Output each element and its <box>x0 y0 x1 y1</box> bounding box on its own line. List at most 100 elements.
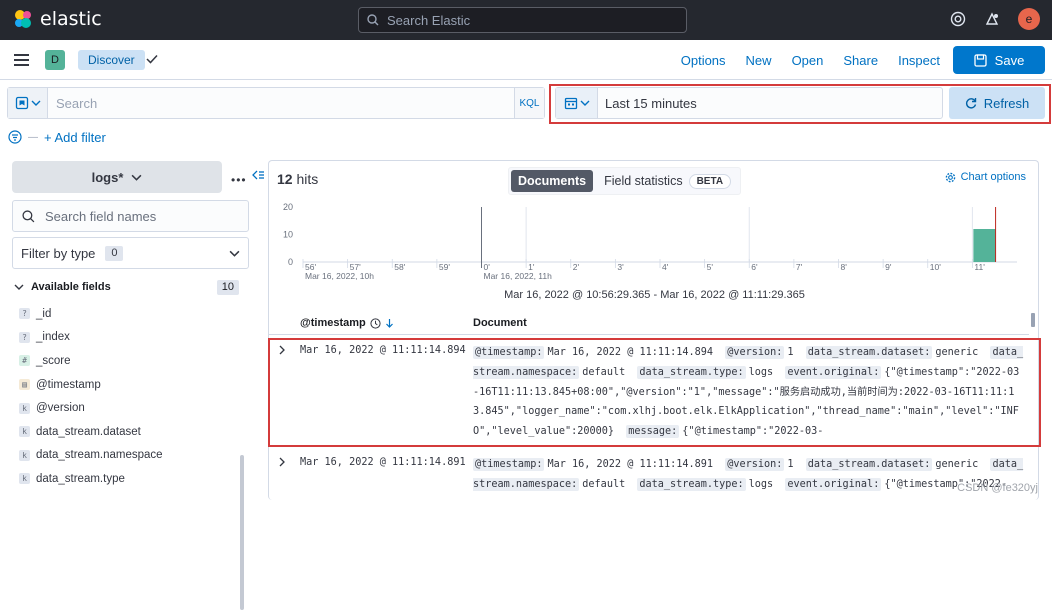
x-tick-label: 9' <box>885 262 892 272</box>
x-tick-label: 3' <box>617 262 624 272</box>
chevron-down-icon <box>14 284 24 290</box>
keyword-type-icon: k <box>19 473 30 485</box>
breadcrumb-discover[interactable]: Discover <box>78 50 145 70</box>
field-item[interactable]: ▤ @timestamp <box>19 373 239 397</box>
quick-menu-button[interactable] <box>556 88 598 118</box>
share-link[interactable]: Share <box>843 53 878 68</box>
unknown-type-icon: ? <box>19 308 30 320</box>
y-tick-label: 10 <box>283 230 293 240</box>
x-tick-label: 10' <box>930 262 941 272</box>
help-icon[interactable] <box>950 11 966 27</box>
search-icon <box>22 209 35 222</box>
doc-field-value: 1 <box>787 459 794 470</box>
save-label: Save <box>994 52 1025 68</box>
global-header: elastic Search Elastic e <box>0 0 1052 40</box>
time-picker[interactable]: Last 15 minutes <box>555 87 943 119</box>
keyword-type-icon: k <box>19 402 30 414</box>
available-fields-header[interactable]: Available fields 10 <box>14 279 239 295</box>
elastic-logo[interactable]: elastic <box>12 8 102 30</box>
field-name: _index <box>36 331 70 344</box>
options-link[interactable]: Options <box>681 53 726 68</box>
field-item[interactable]: k @version <box>19 396 239 420</box>
calendar-icon <box>564 97 577 110</box>
table-header: @timestamp Document <box>269 311 1029 335</box>
save-button[interactable]: Save <box>953 46 1045 74</box>
available-fields-label: Available fields <box>31 281 111 293</box>
brand-name: elastic <box>40 8 102 30</box>
inspect-link[interactable]: Inspect <box>898 53 940 68</box>
doc-field-value: generic <box>935 459 979 470</box>
gear-icon <box>945 172 955 182</box>
refresh-button[interactable]: Refresh <box>949 87 1045 119</box>
sort-descending-icon[interactable] <box>385 318 394 328</box>
histogram-chart[interactable]: 20100 56' 57' 58' 59' 0' 1' 2' 3' 4' 5' 6' 7' 8' 9' 10'… <box>269 199 1040 287</box>
space-avatar[interactable]: D <box>45 50 65 70</box>
row-document: @timestamp: Mar 16, 2022 @ 11:11:14.891 @… <box>473 455 1025 495</box>
date-type-icon: ▤ <box>19 379 30 391</box>
field-name: @version <box>36 402 85 415</box>
open-link[interactable]: Open <box>792 53 824 68</box>
x-major-label: Mar 16, 2022, 10h <box>305 271 374 281</box>
field-search-placeholder: Search field names <box>45 208 157 224</box>
table-row[interactable]: Mar 16, 2022 @ 11:11:14.891 @timestamp: M… <box>269 451 1035 501</box>
more-options-icon[interactable]: ••• <box>231 173 247 187</box>
user-avatar[interactable]: e <box>1018 8 1040 30</box>
field-item[interactable]: k data_stream.namespace <box>19 444 239 468</box>
x-tick-label: 8' <box>841 262 848 272</box>
doc-field-value: logs <box>748 478 774 490</box>
filter-bar: — + Add filter <box>8 128 106 146</box>
sidebar-scrollbar[interactable] <box>240 455 244 610</box>
unknown-type-icon: ? <box>19 331 30 343</box>
keyword-type-icon: k <box>19 449 30 461</box>
field-name: _id <box>36 307 52 320</box>
row-timestamp: Mar 16, 2022 @ 11:11:14.891 <box>300 457 466 468</box>
tab-field-statistics[interactable]: Field statistics BETA <box>597 170 738 192</box>
query-input[interactable]: Search <box>48 96 514 111</box>
hits-label: hits <box>296 171 319 187</box>
add-filter-button[interactable]: + Add filter <box>44 130 106 145</box>
field-item[interactable]: ? _index <box>19 326 239 350</box>
field-item[interactable]: k data_stream.dataset <box>19 420 239 444</box>
time-range-text: Mar 16, 2022 @ 10:56:29.365 - Mar 16, 20… <box>504 289 805 301</box>
filter-by-type-button[interactable]: Filter by type 0 <box>12 237 249 269</box>
query-language-button[interactable]: KQL <box>514 88 544 118</box>
field-item[interactable]: ? _id <box>19 302 239 326</box>
filter-options-icon[interactable] <box>8 130 22 144</box>
check-icon <box>146 54 158 64</box>
field-item[interactable]: k data_stream.type <box>19 467 239 491</box>
time-range-label: Last 15 minutes <box>605 95 697 111</box>
field-search-input[interactable]: Search field names <box>12 200 249 232</box>
chevron-right-icon[interactable] <box>278 457 286 467</box>
save-icon <box>974 53 987 67</box>
menu-icon[interactable] <box>14 53 30 67</box>
search-icon <box>367 14 379 26</box>
chart-options-button[interactable]: Chart options <box>945 171 1026 183</box>
field-name: data_stream.dataset <box>36 425 141 438</box>
filter-separator: — <box>28 131 38 143</box>
column-header-document: Document <box>473 317 527 329</box>
saved-query-menu[interactable] <box>8 88 48 118</box>
tab-documents[interactable]: Documents <box>511 170 594 192</box>
news-feed-icon[interactable] <box>984 11 1000 27</box>
global-search-input[interactable]: Search Elastic <box>358 7 687 33</box>
field-name: data_stream.type <box>36 472 125 485</box>
field-name: data_stream.namespace <box>36 449 163 462</box>
filter-count-badge: 0 <box>105 245 124 261</box>
field-item[interactable]: # _score <box>19 349 239 373</box>
x-tick-label: 5' <box>707 262 714 272</box>
available-count-badge: 10 <box>216 279 239 295</box>
app-bar: D Discover Options New Open Share Inspec… <box>0 40 1052 80</box>
new-link[interactable]: New <box>746 53 772 68</box>
chevron-down-icon <box>580 100 589 106</box>
filter-by-type-label: Filter by type <box>21 245 96 261</box>
doc-field-key: @timestamp: <box>473 458 545 471</box>
number-type-icon: # <box>19 355 30 367</box>
x-tick-label: 6' <box>751 262 758 272</box>
column-header-timestamp[interactable]: @timestamp <box>300 317 394 329</box>
clock-icon <box>370 317 381 329</box>
index-pattern-selector[interactable]: logs* <box>12 161 222 193</box>
table-scrollbar[interactable] <box>1031 313 1035 327</box>
beta-badge: BETA <box>688 173 732 189</box>
collapse-sidebar-icon[interactable] <box>252 169 265 181</box>
x-tick-label: 2' <box>573 262 580 272</box>
